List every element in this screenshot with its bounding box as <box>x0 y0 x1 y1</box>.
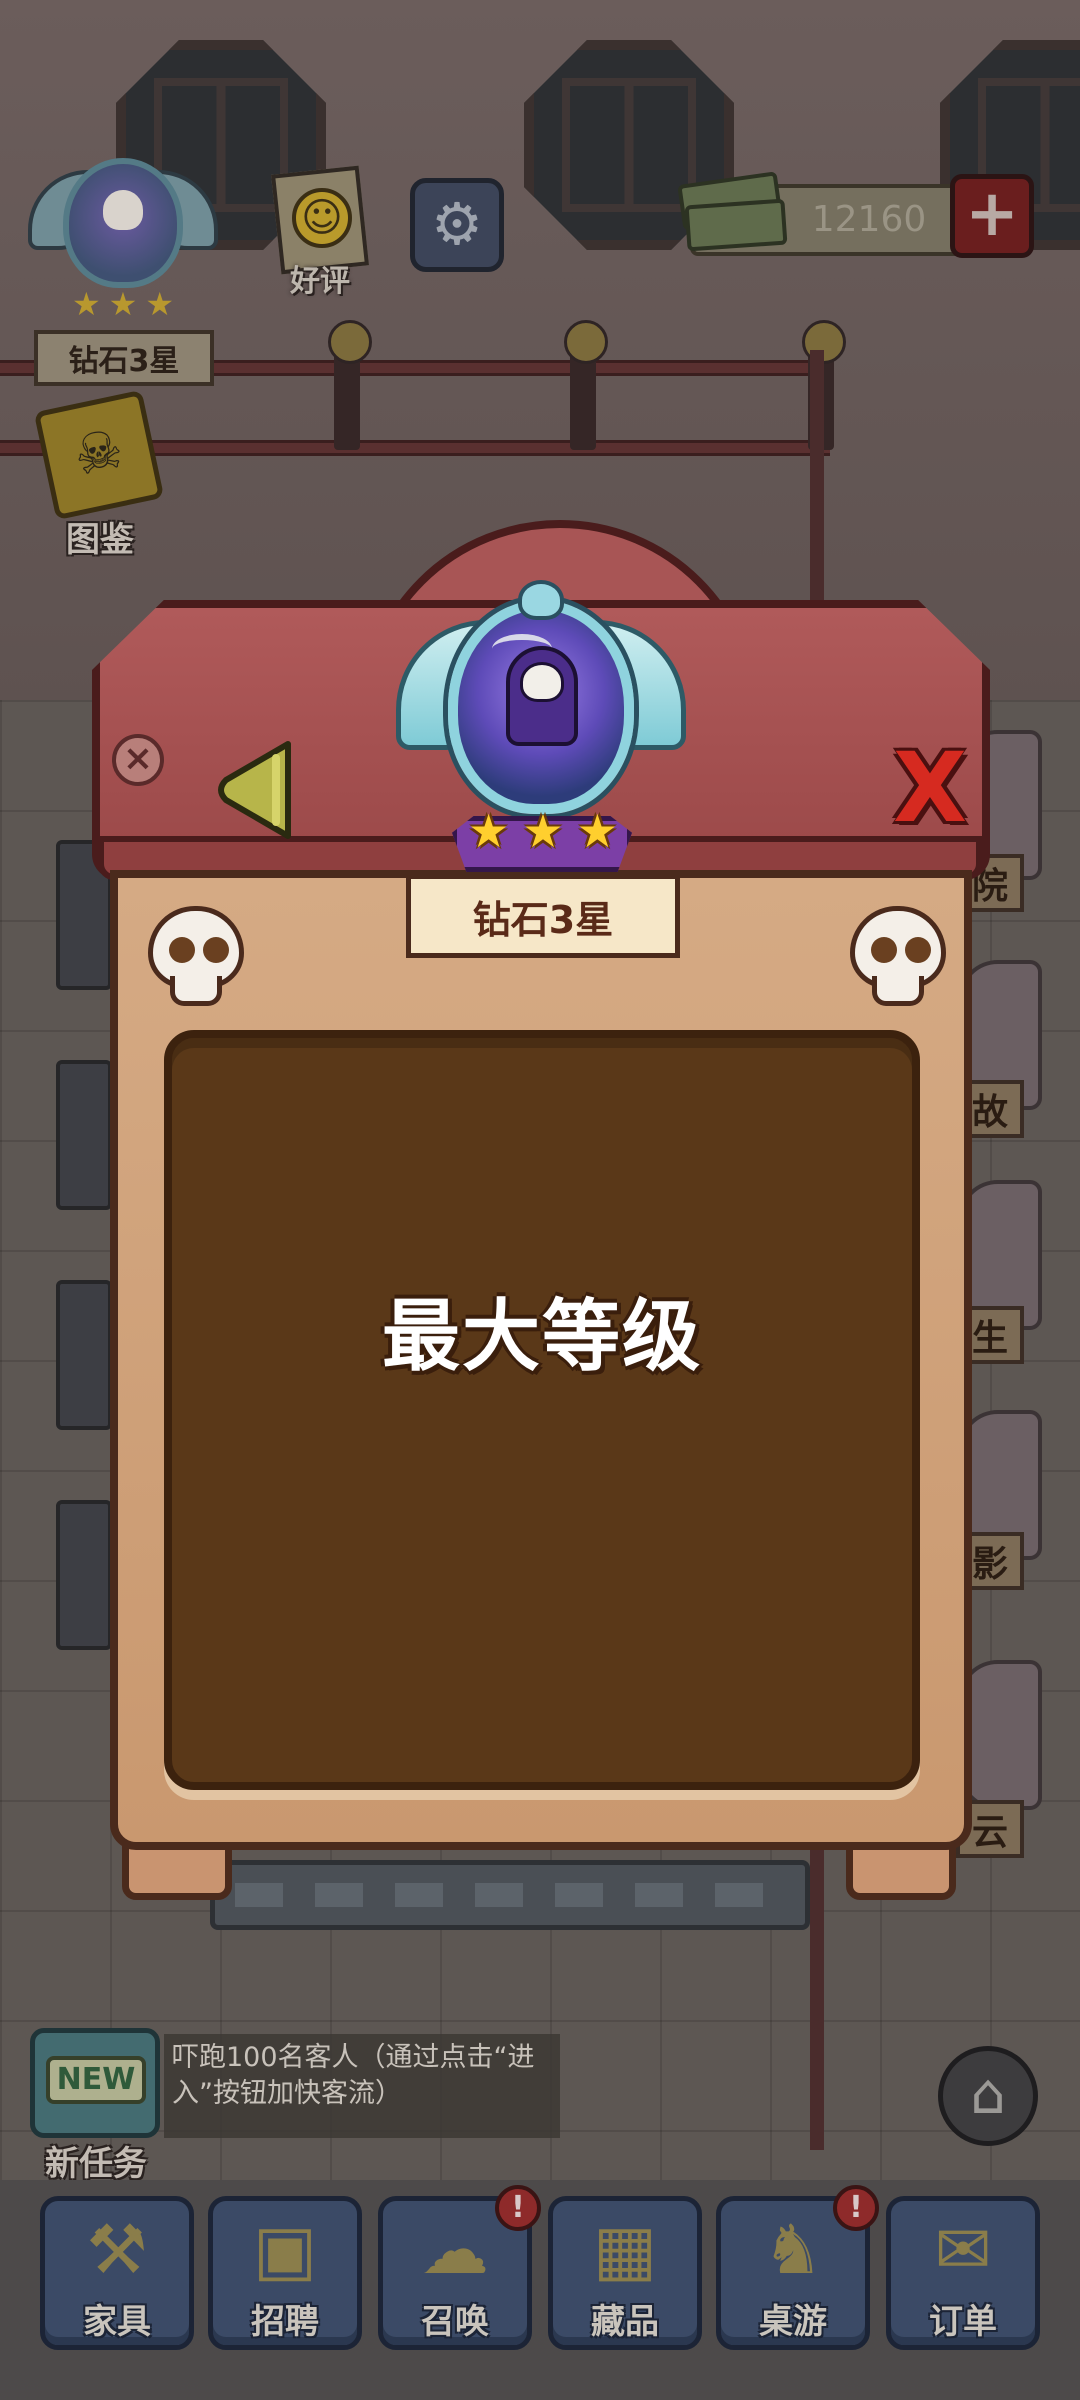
nav-summon-button[interactable]: ☁ 召唤 ! <box>378 2185 541 2350</box>
new-task-button[interactable]: NEW 新任务 <box>26 2020 166 2184</box>
star-icon: ★ <box>468 804 510 858</box>
skull-jaw <box>170 976 222 1006</box>
skull-eye <box>905 937 931 963</box>
previous-rank-arrow-icon[interactable] <box>218 738 298 842</box>
nav-label: 招聘 <box>251 2302 319 2342</box>
skull-eye <box>203 937 229 963</box>
alert-badge: ! <box>833 2185 879 2231</box>
home-icon: ⌂ <box>970 2062 1006 2127</box>
skull-eye <box>871 937 897 963</box>
bat-box-icon: ✉ <box>934 2211 992 2290</box>
task-description[interactable]: 吓跑100名客人（通过点击“进入”按钮加快客流） <box>164 2034 560 2138</box>
nav-collection-button[interactable]: ▦ 藏品 <box>548 2196 702 2350</box>
skull-decoration-icon <box>148 906 244 1006</box>
nav-orders-button[interactable]: ✉ 订单 <box>886 2196 1040 2350</box>
rank-emblem: ★ ★ ★ <box>396 580 686 880</box>
rank-modal: 最大等级 × X ★ ★ ★ 钻石3星 <box>0 0 1080 1920</box>
safe-icon: ▦ <box>592 2211 658 2290</box>
nav-label: 家具 <box>83 2302 151 2342</box>
rank-stars: ★ ★ ★ <box>468 806 618 856</box>
tools-icon: ⚒ <box>86 2211 148 2290</box>
nav-recruit-button[interactable]: ▣ 招聘 <box>208 2196 362 2350</box>
new-task-label: 新任务 <box>45 2144 147 2184</box>
rank-title: 钻石3星 <box>406 874 680 958</box>
new-badge: NEW <box>46 2056 146 2104</box>
skull-eye <box>169 937 195 963</box>
nav-furniture-button[interactable]: ⚒ 家具 <box>40 2196 194 2350</box>
alert-badge: ! <box>495 2185 541 2231</box>
skull-crest-icon <box>518 580 564 620</box>
nav-label: 藏品 <box>591 2302 659 2342</box>
star-icon: ★ <box>522 804 564 858</box>
skull-jaw <box>872 976 924 1006</box>
star-icon: ★ <box>576 804 618 858</box>
info-button[interactable]: × <box>112 734 164 786</box>
recruit-clipboard-icon: ▣ <box>252 2211 318 2290</box>
max-level-text: 最大等级 <box>381 1292 702 1382</box>
nav-boardgame-button[interactable]: ♞ 桌游 ! <box>716 2185 879 2350</box>
reaper-icon <box>520 662 564 702</box>
close-button[interactable]: X <box>886 740 974 836</box>
home-button[interactable]: ⌂ <box>938 2046 1038 2146</box>
nav-label: 订单 <box>929 2302 997 2342</box>
nav-label: 桌游 <box>759 2302 827 2342</box>
skull-decoration-icon <box>850 906 946 1006</box>
nav-label: 召唤 <box>421 2302 489 2342</box>
